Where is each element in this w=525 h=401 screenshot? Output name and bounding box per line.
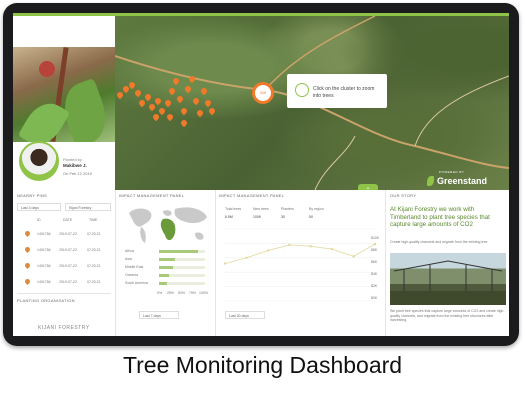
chevron-down-icon: ⌄	[365, 185, 371, 190]
y-tick: $0K	[371, 296, 378, 300]
section-divider	[17, 293, 111, 294]
panel-divider	[215, 190, 216, 336]
y-tick: $6K	[371, 260, 378, 264]
story-photo[interactable]	[390, 253, 506, 305]
col-header-time: TIME	[89, 218, 98, 222]
axis-tick: 50%	[178, 291, 186, 295]
data-point	[373, 242, 377, 246]
data-point	[266, 249, 270, 252]
row-date: 2019-07-22	[59, 248, 77, 252]
row-time: 07:20:21	[87, 232, 101, 236]
collapse-panel-button[interactable]: ⌄	[358, 184, 378, 190]
axis-tick: 25%	[167, 291, 175, 295]
row-id[interactable]: 1491784	[37, 264, 51, 268]
y-tick: $2K	[371, 284, 378, 288]
stat-value: 30	[281, 215, 285, 219]
nursery-illustration	[390, 260, 506, 305]
stat-label: Total trees	[225, 207, 242, 211]
nearby-pins-title: NEARBY PINS	[17, 193, 48, 198]
kijani-logo[interactable]: KIJANI FORESTRY	[38, 325, 90, 331]
row-pin-icon	[23, 277, 32, 286]
data-point	[223, 262, 227, 265]
caption: Tree Monitoring Dashboard	[122, 352, 403, 378]
data-point	[352, 255, 355, 258]
series-points	[223, 242, 377, 265]
impact-chart-range-select[interactable]: Last 30 days	[225, 311, 265, 319]
axis-tick: 100%	[199, 291, 208, 295]
row-time: 07:20:21	[87, 264, 101, 268]
planting-org-title: PLANTING ORGANISATION	[17, 298, 75, 303]
world-map[interactable]	[123, 203, 211, 247]
row-id[interactable]: 1491784	[37, 248, 51, 252]
panel-divider	[115, 190, 116, 336]
data-point	[288, 243, 291, 247]
impact-map-range-select[interactable]: Last 7 days	[139, 311, 179, 319]
region-label: Oceania	[125, 273, 139, 277]
region-bar	[159, 258, 176, 261]
panel-divider	[385, 190, 386, 336]
region-bar	[159, 274, 170, 277]
region-label: South America	[125, 281, 148, 285]
cluster-tooltip: Click on the cluster to zoom into trees	[287, 74, 387, 108]
story-subtext: Create high-quality channels and migrate…	[390, 240, 488, 244]
impact-map-title: IMPACT MANAGEMENT PANEL	[119, 193, 185, 198]
data-point	[330, 247, 334, 251]
chart-grid	[225, 228, 375, 302]
tree-cluster[interactable]: 416	[252, 82, 274, 104]
y-tick: $10K	[371, 236, 380, 240]
row-pin-icon	[23, 229, 32, 238]
planter-avatar[interactable]	[19, 141, 59, 181]
powered-by-label: POWERED BY	[439, 170, 465, 174]
axis-tick: 75%	[189, 291, 197, 295]
story-body: We plant tree species that capture large…	[390, 309, 505, 322]
data-point	[245, 256, 248, 259]
region-bar	[159, 250, 199, 253]
row-time: 07:20:21	[87, 248, 101, 252]
stat-value: 6.5M	[225, 215, 233, 219]
stat-label: Planters	[281, 207, 294, 211]
region-bar	[159, 266, 173, 269]
row-id[interactable]: 1491784	[37, 232, 51, 236]
series-line	[224, 243, 376, 265]
planted-date: On Feb 12 2019	[63, 171, 92, 176]
col-header-date: DATE	[63, 218, 73, 222]
nearby-org-select[interactable]: Kijani Forestry	[65, 203, 111, 211]
tooltip-text: Click on the cluster to zoom into trees	[313, 86, 375, 99]
dashboard-screen: Planted by Makibwe J. On Feb 12 2019 416…	[13, 13, 509, 336]
planted-by-label: Planted by	[63, 157, 82, 162]
row-id[interactable]: 1491784	[37, 280, 51, 284]
tree-photo[interactable]	[13, 47, 115, 142]
photo-leaf	[17, 95, 71, 142]
stat-value: 100K	[253, 215, 262, 219]
row-date: 2019-07-22	[59, 264, 77, 268]
region-label: Africa	[125, 249, 134, 253]
satellite-map[interactable]: 416 Click on the cluster to zoom into tr…	[115, 16, 509, 190]
impact-line-chart[interactable]	[219, 225, 383, 305]
map-pin-icon	[295, 83, 309, 97]
region-bar	[159, 282, 168, 285]
greenstand-logo[interactable]: Greenstand	[437, 176, 487, 186]
stat-value: 50	[309, 215, 313, 219]
region-label: Middle East	[125, 265, 144, 269]
row-pin-icon	[23, 261, 32, 270]
stat-label: New trees	[253, 207, 269, 211]
y-tick: $8K	[371, 248, 378, 252]
nearby-range-select[interactable]: Last 3 days	[17, 203, 61, 211]
axis-tick: 0%	[157, 291, 163, 295]
stat-label: By region	[309, 207, 324, 211]
row-pin-icon	[23, 245, 32, 254]
region-label: Asia	[125, 257, 132, 261]
story-heading: At Kijani Forestry we work with Timberla…	[390, 206, 490, 228]
photo-detail	[39, 61, 55, 77]
impact-chart-title: IMPACT MANAGEMENT PANEL	[219, 193, 285, 198]
row-date: 2019-07-22	[59, 232, 77, 236]
y-tick: $4K	[371, 272, 378, 276]
col-header-id: ID	[37, 218, 41, 222]
row-time: 07:20:21	[87, 280, 101, 284]
planter-name[interactable]: Makibwe J.	[63, 163, 87, 168]
cluster-count: 416	[259, 90, 267, 95]
story-title-label: OUR STORY	[390, 193, 417, 198]
data-point	[309, 245, 312, 248]
row-date: 2019-07-22	[59, 280, 77, 284]
